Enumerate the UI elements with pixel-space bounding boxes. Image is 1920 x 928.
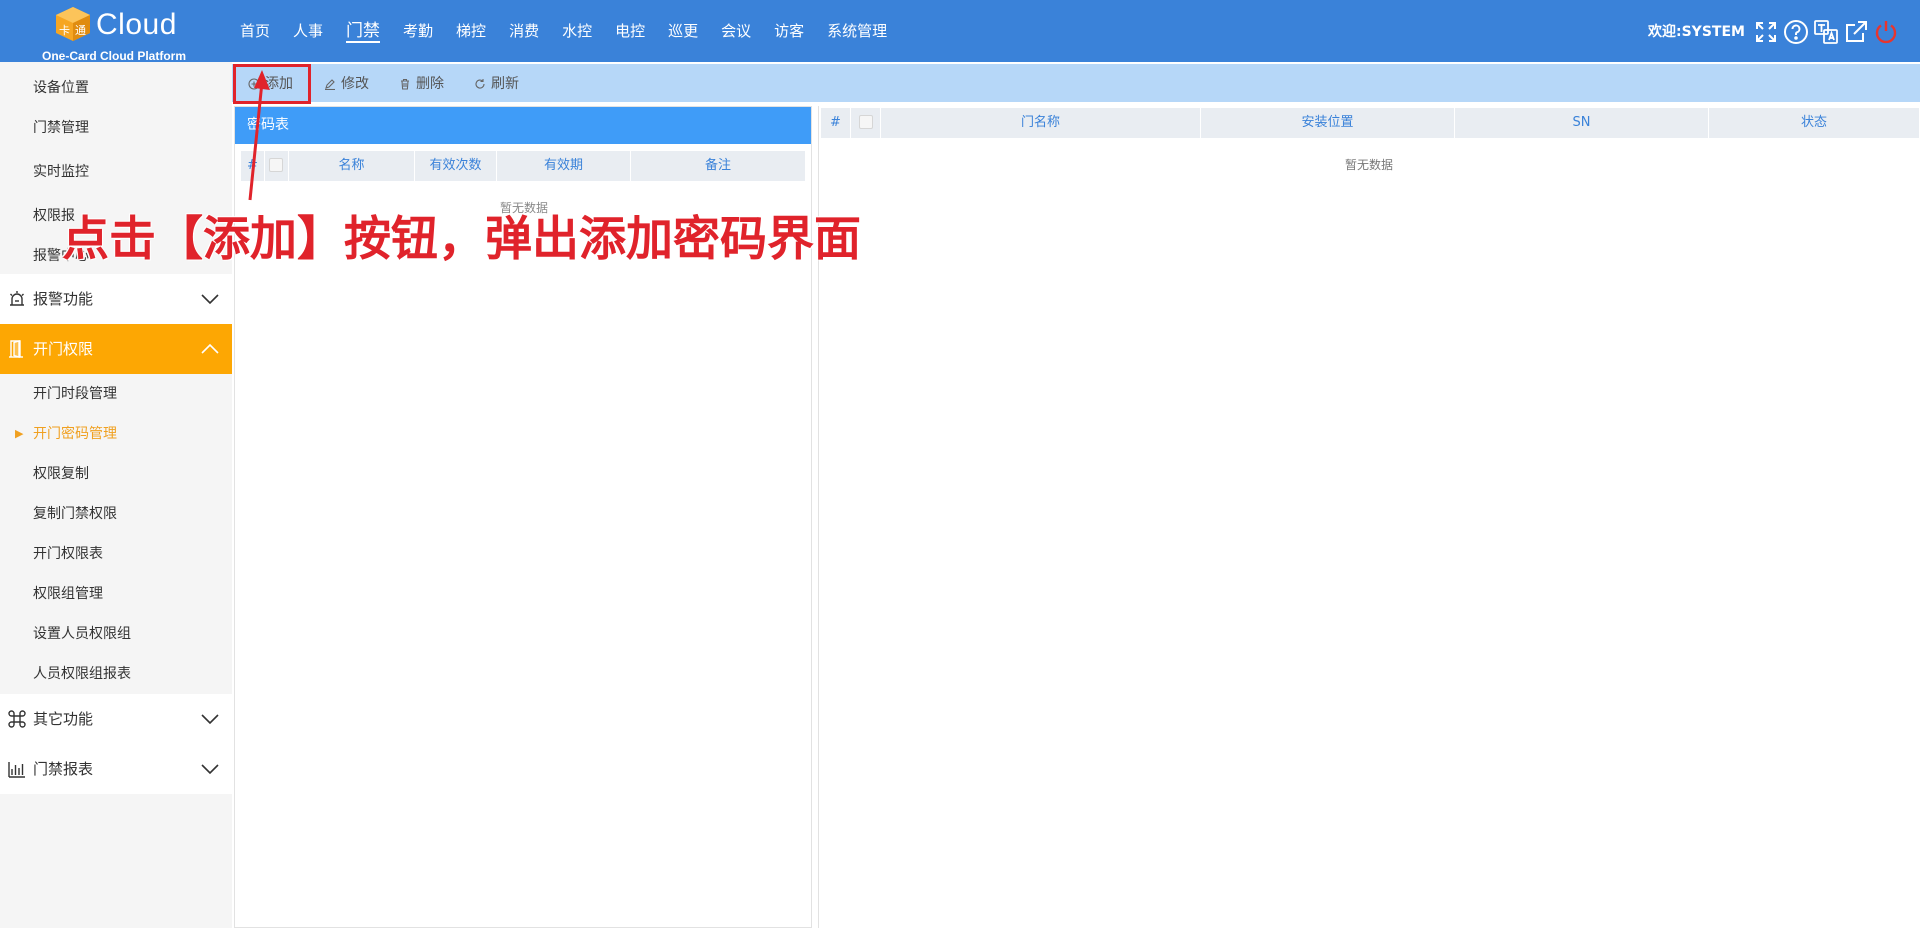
column-header-index: # (821, 108, 851, 138)
fullscreen-icon[interactable] (1752, 18, 1780, 46)
nav-access-control[interactable]: 门禁 (334, 0, 391, 62)
command-icon (8, 710, 26, 728)
refresh-button[interactable]: 刷新 (474, 70, 519, 98)
brand-word: Cloud (96, 8, 177, 41)
report-chart-icon (8, 762, 25, 778)
active-arrow-icon: ▶ (15, 427, 24, 440)
nav-consumption[interactable]: 消费 (497, 0, 550, 62)
edit-pencil-icon (325, 79, 335, 90)
nav-visitor[interactable]: 访客 (762, 0, 815, 62)
sidebar-group-other[interactable]: 其它功能 (0, 694, 232, 744)
chevron-down-icon (201, 764, 219, 775)
column-header-select[interactable] (851, 108, 881, 138)
annotation-text: 点击【添加】按钮，弹出添加密码界面 (62, 212, 861, 267)
sidebar-group-label: 门禁报表 (33, 760, 94, 778)
sidebar-group-alarm[interactable]: 报警功能 (0, 274, 232, 324)
sidebar-item-door-management[interactable]: 门禁管理 (0, 106, 232, 150)
nav-power[interactable]: 电控 (603, 0, 656, 62)
sidebar-group-label: 开门权限 (33, 340, 94, 358)
annotation-arrow (248, 70, 270, 201)
logo[interactable]: 卡 通 Cloud One-Card Cloud Platform (38, 4, 198, 63)
edit-button[interactable]: 修改 (324, 70, 369, 98)
sidebar-item-door-permission-table[interactable]: 开门权限表 (0, 534, 232, 574)
welcome-text: 欢迎:SYSTEM (1648, 24, 1745, 40)
sidebar-item-door-password[interactable]: ▶ 开门密码管理 (0, 414, 232, 454)
action-toolbar: 添加 修改 删除 刷新 (232, 64, 1920, 102)
svg-text:卡: 卡 (59, 24, 70, 37)
chevron-down-icon (201, 294, 219, 305)
main-nav: 首页 人事 门禁 考勤 梯控 消费 水控 电控 巡更 会议 访客 系统管理 (228, 0, 898, 62)
column-header-remark[interactable]: 备注 (631, 151, 805, 181)
alarm-icon (10, 291, 24, 306)
panel-title: 密码表 (235, 107, 811, 144)
door-permission-submenu: 开门时段管理 ▶ 开门密码管理 权限复制 复制门禁权限 开门权限表 权限组管理 … (0, 374, 232, 694)
sidebar-group-label: 其它功能 (33, 710, 94, 728)
column-header-name[interactable]: 名称 (289, 151, 415, 181)
refresh-icon (475, 79, 485, 89)
nav-home[interactable]: 首页 (228, 0, 281, 62)
nav-water[interactable]: 水控 (550, 0, 603, 62)
nav-elevator[interactable]: 梯控 (444, 0, 497, 62)
sidebar-item-label: 开门密码管理 (33, 426, 117, 442)
trash-icon (401, 78, 409, 90)
column-header-sn[interactable]: SN (1455, 108, 1709, 138)
header-tools (1752, 18, 1902, 46)
sidebar-group-door-permission[interactable]: 开门权限 (0, 324, 232, 374)
nav-hr[interactable]: 人事 (281, 0, 334, 62)
delete-button[interactable]: 删除 (399, 70, 444, 98)
empty-state-text: 暂无数据 (1344, 158, 1393, 172)
delete-label: 删除 (416, 76, 444, 92)
sidebar-group-label: 报警功能 (33, 290, 94, 308)
column-header-valid-period[interactable]: 有效期 (497, 151, 631, 181)
nav-meeting[interactable]: 会议 (709, 0, 762, 62)
power-icon[interactable] (1872, 18, 1900, 46)
door-icon (9, 340, 23, 358)
sidebar-item-realtime-monitor[interactable]: 实时监控 (0, 150, 232, 194)
sidebar-item-door-time-period[interactable]: 开门时段管理 (0, 374, 232, 414)
nav-system[interactable]: 系统管理 (815, 0, 898, 62)
sidebar-item-set-person-group[interactable]: 设置人员权限组 (0, 614, 232, 654)
nav-patrol[interactable]: 巡更 (656, 0, 709, 62)
sidebar: 设备位置 门禁管理 实时监控 权限报 报警中心 报警功能 开门权限 开门时段管理… (0, 62, 232, 928)
edit-label: 修改 (341, 76, 369, 92)
translate-icon[interactable] (1812, 18, 1840, 46)
logo-cube-icon: 卡 通 (56, 7, 90, 41)
refresh-label: 刷新 (491, 76, 519, 92)
sidebar-item-permission-group[interactable]: 权限组管理 (0, 574, 232, 614)
sidebar-item-permission-copy[interactable]: 权限复制 (0, 454, 232, 494)
column-header-status[interactable]: 状态 (1709, 108, 1919, 138)
column-header-install-location[interactable]: 安装位置 (1201, 108, 1455, 138)
svg-text:通: 通 (75, 24, 86, 37)
nav-attendance[interactable]: 考勤 (391, 0, 444, 62)
sidebar-item-person-group-report[interactable]: 人员权限组报表 (0, 654, 232, 694)
door-table-header: # 门名称 安装位置 SN 状态 (821, 108, 1919, 138)
top-bar: 卡 通 Cloud One-Card Cloud Platform 首页 人事 … (0, 0, 1920, 63)
chevron-up-icon (201, 343, 219, 354)
sidebar-item-device-location[interactable]: 设备位置 (0, 62, 232, 106)
help-icon[interactable] (1782, 18, 1810, 46)
sidebar-group-report[interactable]: 门禁报表 (0, 744, 232, 794)
select-all-checkbox[interactable] (859, 115, 873, 129)
brand-subtitle: One-Card Cloud Platform (42, 49, 187, 63)
password-table-header: # 名称 有效次数 有效期 备注 (241, 151, 805, 181)
column-header-valid-count[interactable]: 有效次数 (415, 151, 497, 181)
sidebar-item-copy-door-permission[interactable]: 复制门禁权限 (0, 494, 232, 534)
door-table-panel: # 门名称 安装位置 SN 状态 暂无数据 (818, 106, 1920, 928)
external-link-icon[interactable] (1842, 18, 1870, 46)
chevron-down-icon (201, 714, 219, 725)
column-header-door-name[interactable]: 门名称 (881, 108, 1201, 138)
